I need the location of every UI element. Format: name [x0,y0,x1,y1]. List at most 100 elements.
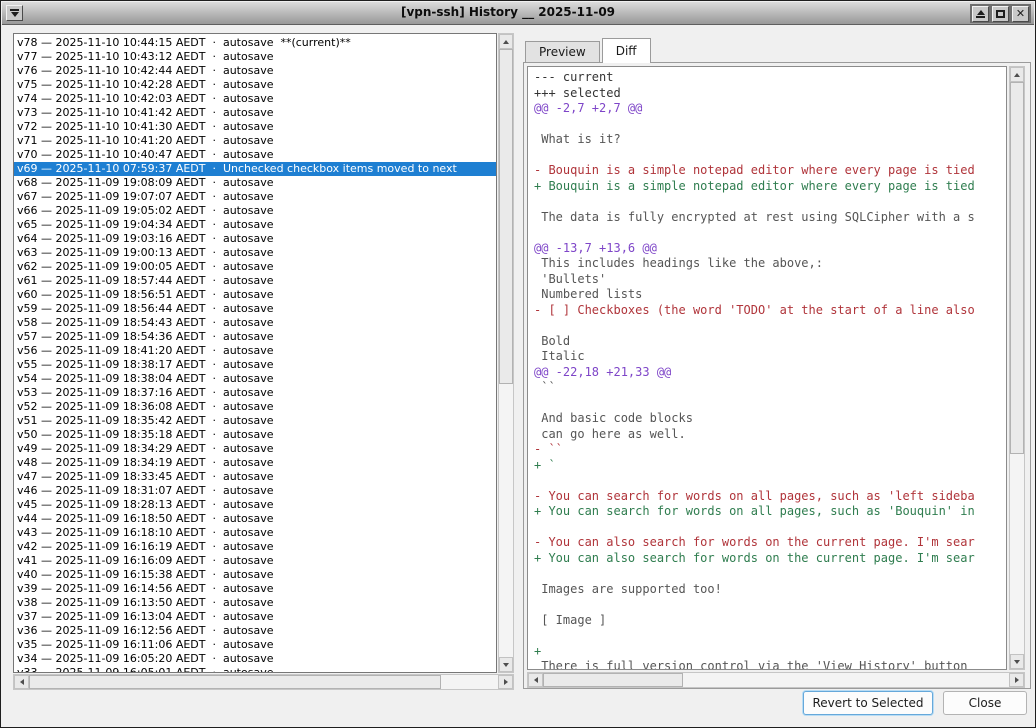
diff-line-ctx: The data is fully encrypted at rest usin… [534,210,1006,226]
arrow-left-icon [20,679,24,685]
list-item[interactable]: v75 — 2025-11-10 10:42:28 AEDT · autosav… [17,78,496,92]
list-item[interactable]: v55 — 2025-11-09 18:38:17 AEDT · autosav… [17,358,496,372]
list-item[interactable]: v62 — 2025-11-09 19:00:05 AEDT · autosav… [17,260,496,274]
close-button[interactable]: Close [943,691,1027,715]
list-item[interactable]: v66 — 2025-11-09 19:05:02 AEDT · autosav… [17,204,496,218]
list-item[interactable]: v65 — 2025-11-09 19:04:34 AEDT · autosav… [17,218,496,232]
diff-line-ctx: Images are supported too! [534,582,1006,598]
list-item[interactable]: v50 — 2025-11-09 18:35:18 AEDT · autosav… [17,428,496,442]
scroll-up-button[interactable] [499,34,513,49]
list-item[interactable]: v38 — 2025-11-09 16:13:50 AEDT · autosav… [17,596,496,610]
diff-line-ctx [534,194,1006,210]
shade-icon [977,10,985,15]
list-item[interactable]: v34 — 2025-11-09 16:05:20 AEDT · autosav… [17,652,496,666]
shade-button[interactable] [972,6,989,22]
history-hscrollbar[interactable] [13,674,514,690]
diff-line-ctx [534,566,1006,582]
list-item[interactable]: v46 — 2025-11-09 18:31:07 AEDT · autosav… [17,484,496,498]
list-item[interactable]: v41 — 2025-11-09 16:16:09 AEDT · autosav… [17,554,496,568]
list-item[interactable]: v58 — 2025-11-09 18:54:43 AEDT · autosav… [17,316,496,330]
list-item[interactable]: v42 — 2025-11-09 16:16:19 AEDT · autosav… [17,540,496,554]
list-item[interactable]: v78 — 2025-11-10 10:44:15 AEDT · autosav… [17,36,496,50]
diff-line-ctx [534,473,1006,489]
revert-to-selected-button[interactable]: Revert to Selected [803,691,933,715]
list-item[interactable]: v47 — 2025-11-09 18:33:45 AEDT · autosav… [17,470,496,484]
window-menu-icon [10,9,19,11]
maximize-icon [996,10,1005,18]
scroll-thumb[interactable] [543,673,683,687]
diff-line-ctx [534,520,1006,536]
diff-line-ctx [534,318,1006,334]
diff-line-ctx: Italic [534,349,1006,365]
scroll-right-button[interactable] [498,675,513,689]
scroll-down-button[interactable] [499,657,513,672]
list-item[interactable]: v69 — 2025-11-10 07:59:37 AEDT · Uncheck… [14,162,496,176]
diff-line-ctx: There is full version control via the 'V… [534,659,1006,670]
history-vscrollbar[interactable] [498,33,514,673]
window-menu-button[interactable] [6,5,23,21]
list-item[interactable]: v37 — 2025-11-09 16:13:04 AEDT · autosav… [17,610,496,624]
list-item[interactable]: v48 — 2025-11-09 18:34:19 AEDT · autosav… [17,456,496,470]
diff-line-add: + ` [534,458,1006,474]
diff-text[interactable]: --- current+++ selected@@ -2,7 +2,7 @@ W… [527,66,1007,670]
list-item[interactable]: v63 — 2025-11-09 19:00:13 AEDT · autosav… [17,246,496,260]
list-item[interactable]: v59 — 2025-11-09 18:56:44 AEDT · autosav… [17,302,496,316]
tab-preview[interactable]: Preview [525,41,600,63]
arrow-right-icon [504,679,508,685]
list-item[interactable]: v35 — 2025-11-09 16:11:06 AEDT · autosav… [17,638,496,652]
maximize-button[interactable] [992,6,1009,22]
list-item[interactable]: v51 — 2025-11-09 18:35:42 AEDT · autosav… [17,414,496,428]
tab-diff[interactable]: Diff [602,38,651,63]
list-item[interactable]: v43 — 2025-11-09 16:18:10 AEDT · autosav… [17,526,496,540]
list-item[interactable]: v74 — 2025-11-10 10:42:03 AEDT · autosav… [17,92,496,106]
list-item[interactable]: v53 — 2025-11-09 18:37:16 AEDT · autosav… [17,386,496,400]
list-item[interactable]: v61 — 2025-11-09 18:57:44 AEDT · autosav… [17,274,496,288]
close-icon: ✕ [1016,8,1025,19]
close-window-button[interactable]: ✕ [1012,6,1029,22]
list-item[interactable]: v56 — 2025-11-09 18:41:20 AEDT · autosav… [17,344,496,358]
diff-line-ctx: 'Bullets' [534,272,1006,288]
list-item[interactable]: v60 — 2025-11-09 18:56:51 AEDT · autosav… [17,288,496,302]
scroll-thumb[interactable] [499,49,513,384]
list-item[interactable]: v45 — 2025-11-09 18:28:13 AEDT · autosav… [17,498,496,512]
scroll-right-button[interactable] [1009,673,1024,687]
scroll-thumb[interactable] [29,675,441,689]
scroll-left-button[interactable] [14,675,29,689]
diff-line-ctx: Numbered lists [534,287,1006,303]
diff-line-hunk: @@ -13,7 +13,6 @@ [534,241,1006,257]
history-list[interactable]: v78 — 2025-11-10 10:44:15 AEDT · autosav… [13,33,497,673]
list-item[interactable]: v57 — 2025-11-09 18:54:36 AEDT · autosav… [17,330,496,344]
diff-line-del: - Bouquin is a simple notepad editor whe… [534,163,1006,179]
diff-line-ctx: And basic code blocks [534,411,1006,427]
list-item[interactable]: v49 — 2025-11-09 18:34:29 AEDT · autosav… [17,442,496,456]
diff-line-ctx: can go here as well. [534,427,1006,443]
list-item[interactable]: v36 — 2025-11-09 16:12:56 AEDT · autosav… [17,624,496,638]
list-item[interactable]: v71 — 2025-11-10 10:41:20 AEDT · autosav… [17,134,496,148]
list-item[interactable]: v70 — 2025-11-10 10:40:47 AEDT · autosav… [17,148,496,162]
list-item[interactable]: v40 — 2025-11-09 16:15:38 AEDT · autosav… [17,568,496,582]
list-item[interactable]: v52 — 2025-11-09 18:36:08 AEDT · autosav… [17,400,496,414]
list-item[interactable]: v33 — 2025-11-09 16:05:01 AEDT · autosav… [17,666,496,673]
scroll-thumb[interactable] [1010,82,1024,454]
list-item[interactable]: v64 — 2025-11-09 19:03:16 AEDT · autosav… [17,232,496,246]
diff-line-del: - [ ] Checkboxes (the word 'TODO' at the… [534,303,1006,319]
list-item[interactable]: v73 — 2025-11-10 10:41:42 AEDT · autosav… [17,106,496,120]
arrow-left-icon [534,677,538,683]
diff-vscrollbar[interactable] [1009,66,1025,670]
diff-line-ctx [534,117,1006,133]
list-item[interactable]: v68 — 2025-11-09 19:08:09 AEDT · autosav… [17,176,496,190]
diff-line-add: + You can search for words on all pages,… [534,504,1006,520]
list-item[interactable]: v54 — 2025-11-09 18:38:04 AEDT · autosav… [17,372,496,386]
list-item[interactable]: v72 — 2025-11-10 10:41:30 AEDT · autosav… [17,120,496,134]
diff-hscrollbar[interactable] [527,672,1025,688]
arrow-right-icon [1015,677,1019,683]
list-item[interactable]: v44 — 2025-11-09 16:18:50 AEDT · autosav… [17,512,496,526]
list-item[interactable]: v67 — 2025-11-09 19:07:07 AEDT · autosav… [17,190,496,204]
list-item[interactable]: v39 — 2025-11-09 16:14:56 AEDT · autosav… [17,582,496,596]
scroll-down-button[interactable] [1010,654,1024,669]
scroll-left-button[interactable] [528,673,543,687]
diff-line-ctx [534,148,1006,164]
list-item[interactable]: v76 — 2025-11-10 10:42:44 AEDT · autosav… [17,64,496,78]
list-item[interactable]: v77 — 2025-11-10 10:43:12 AEDT · autosav… [17,50,496,64]
scroll-up-button[interactable] [1010,67,1024,82]
